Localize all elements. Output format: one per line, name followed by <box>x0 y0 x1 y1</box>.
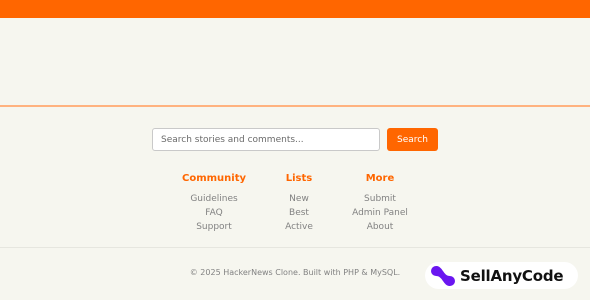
footer-column-lists: Lists New Best Active <box>269 172 329 234</box>
footer-link-support[interactable]: Support <box>179 220 249 234</box>
brand-name: SellAnyCode <box>460 266 564 285</box>
footer-column-community: Community Guidelines FAQ Support <box>179 172 249 234</box>
footer-heading-community: Community <box>181 173 246 184</box>
footer-link-best[interactable]: Best <box>269 206 329 220</box>
footer-link-about[interactable]: About <box>344 220 416 234</box>
footer-link-guidelines[interactable]: Guidelines <box>179 192 249 206</box>
footer-divider <box>0 247 590 248</box>
footer-top-border <box>0 105 590 107</box>
footer-link-new[interactable]: New <box>269 192 329 206</box>
footer-column-more: More Submit Admin Panel About <box>344 172 416 234</box>
footer-heading-more: More <box>365 173 395 184</box>
footer-heading-lists: Lists <box>285 173 313 184</box>
search-button[interactable]: Search <box>387 128 438 151</box>
sellanycode-watermark[interactable]: SellAnyCode <box>425 262 578 289</box>
search-input[interactable] <box>152 128 380 151</box>
footer-link-faq[interactable]: FAQ <box>179 206 249 220</box>
main-content-area <box>0 18 590 105</box>
top-header-bar <box>0 0 590 18</box>
footer-link-active[interactable]: Active <box>269 220 329 234</box>
sellanycode-logo-icon <box>431 265 455 286</box>
footer-link-admin-panel[interactable]: Admin Panel <box>344 206 416 220</box>
footer-link-submit[interactable]: Submit <box>344 192 416 206</box>
